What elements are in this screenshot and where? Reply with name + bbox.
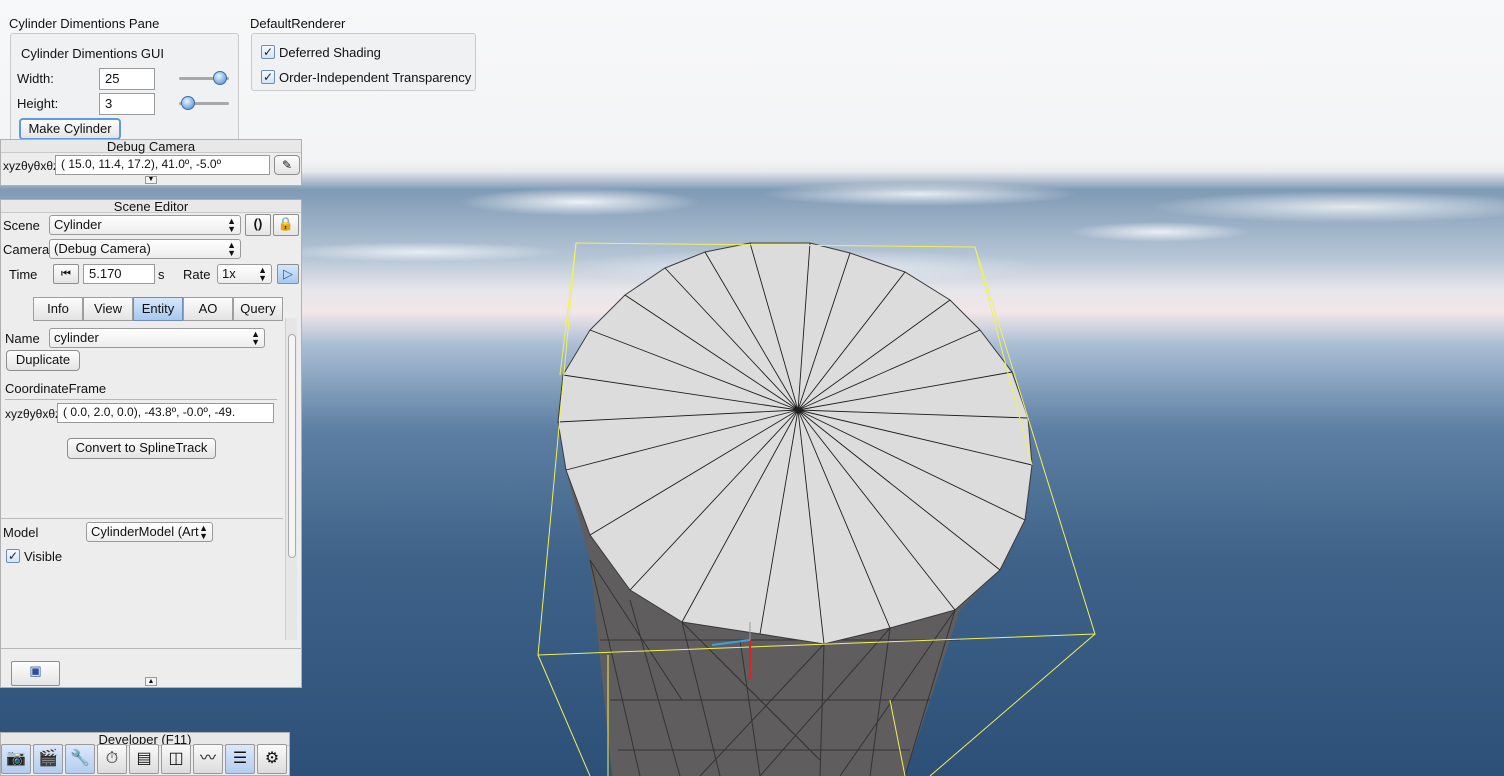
profiler-icon[interactable]: 〰 — [193, 744, 223, 774]
oit-checkbox[interactable]: ✓ — [261, 70, 275, 84]
cylinder-gui-title: Cylinder Dimentions GUI — [21, 46, 165, 61]
width-slider-knob[interactable] — [213, 71, 227, 85]
frame-coord-field[interactable]: ( 0.0, 2.0, 0.0), -43.8º, -0.0º, -49. — [57, 403, 274, 423]
scene-select[interactable]: Cylinder ▲ ▼ — [49, 215, 241, 235]
visible-label: Visible — [24, 549, 63, 564]
oit-label: Order-Independent Transparency — [279, 70, 472, 85]
clock-icon[interactable]: ⏱ — [97, 744, 127, 774]
camera-icon[interactable]: 📷 — [1, 744, 31, 774]
tab-ao[interactable]: AO — [183, 297, 233, 321]
clapperboard-icon[interactable]: 🎬 — [33, 744, 63, 774]
scene-select-value: Cylinder — [54, 217, 102, 232]
updown-icon: ▲ ▼ — [227, 240, 236, 258]
divider — [0, 518, 283, 519]
height-label: Height: — [17, 96, 59, 111]
time-unit: s — [158, 267, 165, 282]
scene-editor-title[interactable]: Scene Editor — [1, 200, 301, 213]
rate-select[interactable]: 1x ▲ ▼ — [217, 264, 272, 284]
rate-label: Rate — [183, 267, 211, 282]
entity-scrollbar[interactable] — [285, 318, 297, 640]
cylinder-top — [557, 242, 1033, 645]
rate-select-value: 1x — [222, 266, 236, 281]
renderer-pane-title: DefaultRenderer — [250, 16, 346, 31]
play-icon: ▷ — [283, 266, 293, 281]
updown-icon: ▲ ▼ — [258, 265, 267, 283]
settings-icon[interactable]: ⚙ — [257, 744, 287, 774]
frame-coord-label: xyzθyθxθz — [5, 407, 62, 421]
updown-icon: ▲ ▼ — [199, 523, 208, 541]
updown-icon: ▲ ▼ — [227, 216, 236, 234]
name-label: Name — [5, 331, 40, 346]
height-slider-knob[interactable] — [181, 96, 195, 110]
model-select[interactable]: CylinderModel (Art ▲ ▼ — [86, 522, 213, 542]
deferred-shading-checkbox[interactable]: ✓ — [261, 45, 275, 59]
height-field[interactable]: 3 — [99, 93, 155, 115]
tab-view[interactable]: View — [83, 297, 133, 321]
width-field[interactable]: 25 — [99, 68, 155, 90]
convert-splinetrack-button[interactable]: Convert to SplineTrack — [67, 438, 216, 459]
collapse-camera-button[interactable]: ▼ — [145, 176, 157, 184]
updown-icon: ▲ ▼ — [251, 329, 260, 347]
camera-coord-label: xyzθyθxθz — [3, 159, 60, 173]
name-select-value: cylinder — [54, 330, 99, 345]
camera-select-value: (Debug Camera) — [54, 241, 151, 256]
log-icon[interactable]: ☰ — [225, 744, 255, 774]
debug-camera-title[interactable]: Debug Camera — [1, 140, 301, 153]
camera-coord-field[interactable]: ( 15.0, 11.4, 17.2), 41.0º, -5.0º — [55, 155, 270, 175]
make-cylinder-button[interactable]: Make Cylinder — [19, 118, 121, 140]
window-icon[interactable]: ▤ — [129, 744, 159, 774]
time-field[interactable]: 5.170 — [83, 264, 155, 284]
chevron-down-icon: ▼ — [147, 176, 155, 183]
reload-scene-button[interactable]: () — [245, 214, 271, 236]
scene-icon[interactable]: ◫ — [161, 744, 191, 774]
cylinder-pane-title: Cylinder Dimentions Pane — [9, 16, 160, 31]
visible-checkbox[interactable]: ✓ — [6, 549, 20, 563]
width-label: Width: — [17, 71, 54, 86]
reload-icon: () — [253, 216, 263, 231]
chevron-up-icon: ▲ — [147, 678, 155, 685]
lock-icon: 🔒 — [277, 216, 295, 231]
tab-entity[interactable]: Entity — [133, 297, 183, 321]
edit-camera-button[interactable]: ✎ — [274, 155, 300, 175]
tab-query[interactable]: Query — [233, 297, 283, 321]
pencil-icon: ✎ — [281, 158, 293, 172]
rewind-icon: ⏮ — [61, 268, 71, 280]
play-button[interactable]: ▷ — [277, 264, 299, 284]
camera-select[interactable]: (Debug Camera) ▲ ▼ — [49, 239, 241, 259]
name-select[interactable]: cylinder ▲ ▼ — [49, 328, 265, 348]
scene-label: Scene — [3, 218, 40, 233]
lock-button[interactable]: 🔒 — [273, 214, 299, 236]
collapse-editor-button[interactable]: ▲ — [145, 677, 157, 686]
tab-info[interactable]: Info — [33, 297, 83, 321]
save-icon: ▣ — [29, 663, 42, 678]
coordinate-frame-label: CoordinateFrame — [5, 381, 107, 396]
camera-label: Camera — [3, 242, 50, 257]
rewind-button[interactable]: ⏮ — [53, 264, 79, 284]
tools-icon[interactable]: 🔧 — [65, 744, 95, 774]
time-label: Time — [9, 267, 38, 282]
deferred-shading-label: Deferred Shading — [279, 45, 381, 60]
divider — [5, 399, 277, 400]
duplicate-button[interactable]: Duplicate — [6, 350, 80, 371]
save-scene-button[interactable]: ▣ — [11, 661, 60, 686]
model-select-value: CylinderModel (Art — [91, 524, 199, 539]
scrollbar-thumb[interactable] — [288, 334, 296, 558]
model-label: Model — [3, 525, 39, 540]
divider — [0, 648, 302, 649]
